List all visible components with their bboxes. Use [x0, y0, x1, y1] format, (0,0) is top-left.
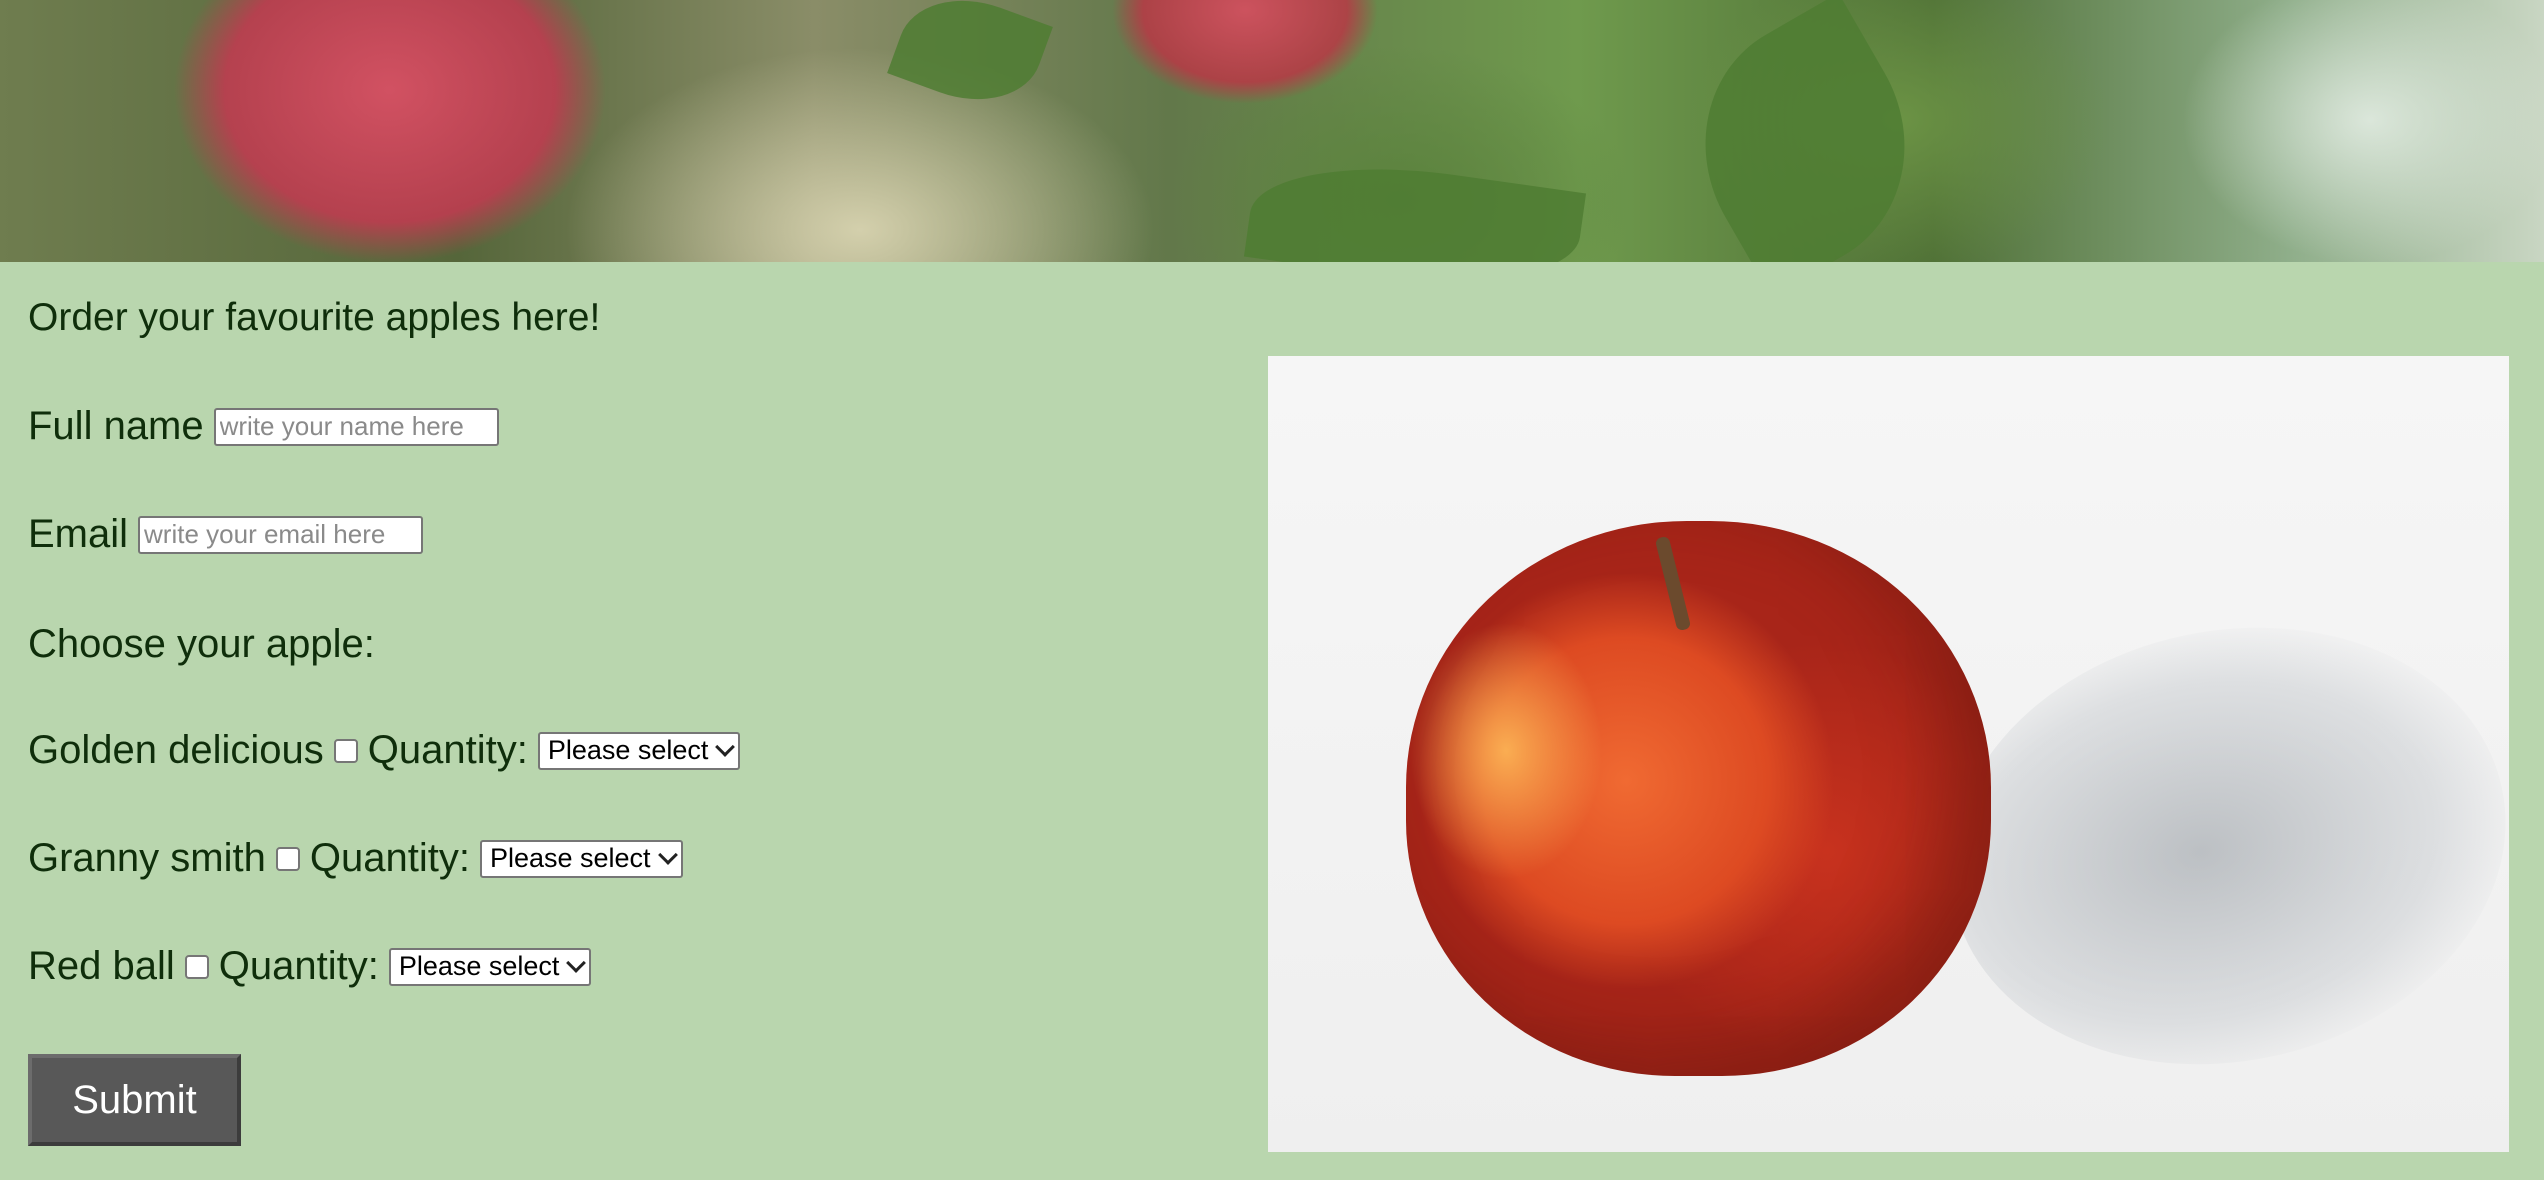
granny-smith-checkbox[interactable] — [275, 846, 300, 871]
apple-shape — [1406, 521, 1991, 1076]
hero-banner-image — [0, 0, 2544, 262]
quantity-label: Quantity: — [309, 836, 470, 880]
apple-name: Granny smith — [28, 836, 266, 880]
chevron-down-icon — [566, 952, 587, 973]
leaf-shape — [1656, 0, 1954, 262]
apple-row-granny-smith: Granny smith Quantity: Please select — [28, 836, 683, 881]
apple-name: Red ball — [28, 944, 175, 988]
choose-apple-row: Choose your apple: — [28, 622, 375, 667]
select-value: Please select — [398, 951, 560, 981]
leaf-shape — [887, 0, 1053, 121]
apple-name: Golden delicious — [28, 728, 324, 772]
email-label: Email — [28, 512, 129, 556]
choose-apple-label: Choose your apple: — [28, 622, 375, 666]
select-value: Please select — [489, 843, 651, 873]
full-name-row: Full name — [28, 404, 499, 449]
submit-button[interactable]: Submit — [28, 1054, 241, 1146]
apple-photo — [1268, 356, 2509, 1152]
apple-row-red-ball: Red ball Quantity: Please select — [28, 944, 592, 989]
leaf-shape — [1243, 147, 1587, 262]
golden-delicious-quantity-select[interactable]: Please select — [537, 731, 741, 770]
select-value: Please select — [547, 735, 709, 765]
quantity-label: Quantity: — [367, 728, 528, 772]
page-title: Order your favourite apples here! — [28, 296, 601, 339]
chevron-down-icon — [715, 736, 736, 757]
quantity-label: Quantity: — [218, 944, 379, 988]
full-name-input[interactable] — [213, 407, 499, 446]
email-row: Email — [28, 512, 424, 557]
apple-shadow — [1909, 577, 2509, 1115]
chevron-down-icon — [657, 844, 678, 865]
red-ball-checkbox[interactable] — [184, 954, 209, 979]
full-name-label: Full name — [28, 404, 204, 448]
apple-row-golden-delicious: Golden delicious Quantity: Please select — [28, 728, 741, 773]
red-ball-quantity-select[interactable]: Please select — [388, 947, 592, 986]
golden-delicious-checkbox[interactable] — [333, 738, 358, 763]
email-input[interactable] — [138, 515, 424, 554]
granny-smith-quantity-select[interactable]: Please select — [479, 839, 683, 878]
